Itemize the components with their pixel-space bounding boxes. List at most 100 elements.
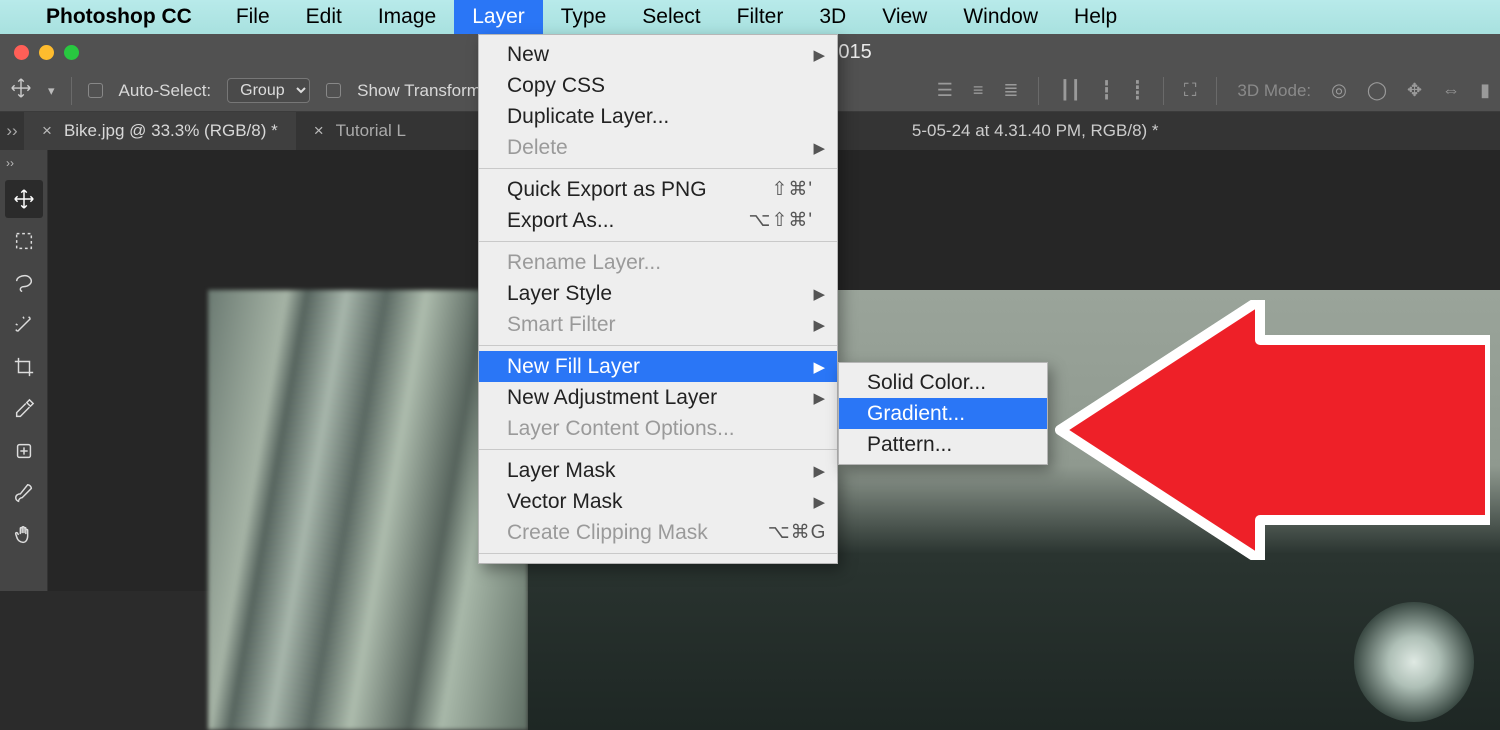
menu-item-label: Vector Mask	[507, 490, 623, 514]
align-icon[interactable]: ☰	[937, 80, 953, 101]
document-tab[interactable]: 5-05-24 at 4.31.40 PM, RGB/8) *	[894, 112, 1177, 150]
orbit-3d-icon[interactable]: ◎	[1331, 80, 1347, 101]
submenu-item[interactable]: Solid Color...	[839, 367, 1047, 398]
menu-type[interactable]: Type	[543, 0, 625, 34]
menu-item[interactable]: Export As... ⌥⇧⌘'	[479, 205, 837, 236]
menu-item-shortcut: ⌥⌘G	[708, 521, 827, 544]
menu-item[interactable]: Vector Mask ▶	[479, 486, 837, 517]
distribute-icon[interactable]: ┇	[1101, 80, 1112, 101]
menu-item-label: Smart Filter	[507, 313, 616, 337]
align-icon[interactable]: ≣	[1003, 80, 1018, 101]
menu-layer[interactable]: Layer	[454, 0, 543, 34]
3d-mode-label: 3D Mode:	[1237, 81, 1311, 101]
eyedropper-tool[interactable]	[5, 390, 43, 428]
menu-item-label: Quick Export as PNG	[507, 178, 707, 202]
menu-item: Create Clipping Mask⌥⌘G	[479, 517, 837, 548]
distribute-icon[interactable]: ┃┃	[1059, 80, 1081, 101]
close-tab-icon[interactable]: ×	[42, 121, 52, 141]
show-transform-label: Show Transform	[357, 81, 481, 101]
menu-image[interactable]: Image	[360, 0, 454, 34]
menu-select[interactable]: Select	[624, 0, 718, 34]
menu-3d[interactable]: 3D	[801, 0, 864, 34]
submenu-caret-icon: ▶	[813, 358, 825, 376]
menu-item-label: Layer Mask	[507, 459, 616, 483]
submenu-caret-icon: ▶	[813, 389, 825, 407]
move-tool-icon	[10, 77, 32, 104]
menu-item-label: Export As...	[507, 209, 614, 233]
tab-label: Tutorial L	[336, 121, 406, 141]
pan-3d-icon[interactable]: ✥	[1407, 80, 1422, 101]
move-tool[interactable]	[5, 180, 43, 218]
menu-help[interactable]: Help	[1056, 0, 1135, 34]
chevron-down-icon[interactable]: ▾	[48, 83, 55, 99]
submenu-caret-icon: ▶	[813, 46, 825, 64]
tools-panel: ››	[0, 150, 48, 591]
submenu-caret-icon: ▶	[813, 316, 825, 334]
camera-3d-icon[interactable]: ▮	[1480, 80, 1490, 101]
menu-item[interactable]: New▶	[479, 39, 837, 70]
menu-item-label: New Fill Layer	[507, 355, 640, 379]
marquee-tool[interactable]	[5, 222, 43, 260]
menu-item[interactable]: New Adjustment Layer ▶	[479, 382, 837, 413]
distribute-icon[interactable]: ┋	[1132, 80, 1143, 101]
submenu-item[interactable]: Gradient...	[839, 398, 1047, 429]
crop-tool[interactable]	[5, 348, 43, 386]
menu-window[interactable]: Window	[945, 0, 1056, 34]
mac-menubar: Photoshop CC File Edit Image Layer Type …	[0, 0, 1500, 34]
submenu-caret-icon: ▶	[813, 462, 825, 480]
layer-menu: New▶ Copy CSS Duplicate Layer... Delete ▶ Qui…	[478, 34, 838, 564]
menu-item[interactable]: Duplicate Layer...	[479, 101, 837, 132]
menu-filter[interactable]: Filter	[719, 0, 802, 34]
menu-item[interactable]: Layer Style ▶	[479, 278, 837, 309]
menu-item-label: Delete	[507, 136, 568, 160]
menu-item-shortcut: ⌥⇧⌘'	[689, 209, 813, 232]
auto-select-checkbox[interactable]	[88, 83, 103, 98]
divider	[71, 77, 72, 105]
3d-icon[interactable]: ⛶	[1184, 80, 1197, 101]
hand-tool[interactable]	[5, 516, 43, 554]
lasso-tool[interactable]	[5, 264, 43, 302]
auto-select-dropdown[interactable]: Group	[227, 78, 310, 103]
show-transform-checkbox[interactable]	[326, 83, 341, 98]
menu-item: Smart Filter ▶	[479, 309, 837, 340]
roll-3d-icon[interactable]: ◯	[1367, 80, 1387, 101]
tabbar-expand-icon[interactable]: ››	[0, 112, 24, 150]
heal-tool[interactable]	[5, 432, 43, 470]
submenu-caret-icon: ▶	[813, 493, 825, 511]
brush-tool[interactable]	[5, 474, 43, 512]
tab-label: 5-05-24 at 4.31.40 PM, RGB/8) *	[912, 121, 1159, 141]
new-fill-layer-submenu: Solid Color... Gradient... Pattern...	[838, 362, 1048, 465]
expand-tools-icon[interactable]: ››	[0, 156, 47, 176]
menu-item-shortcut: ⇧⌘'	[711, 178, 813, 201]
menu-item-label: Layer Style	[507, 282, 612, 306]
magic-wand-tool[interactable]	[5, 306, 43, 344]
menu-item[interactable]: Layer Mask ▶	[479, 455, 837, 486]
menu-item[interactable]: New Fill Layer ▶	[479, 351, 837, 382]
tab-label: Bike.jpg @ 33.3% (RGB/8) *	[64, 121, 278, 141]
menu-item-label: New Adjustment Layer	[507, 386, 717, 410]
close-tab-icon[interactable]: ×	[314, 121, 324, 141]
submenu-caret-icon: ▶	[813, 285, 825, 303]
document-tab[interactable]: × Tutorial L	[296, 112, 424, 150]
menu-view[interactable]: View	[864, 0, 945, 34]
submenu-item-label: Solid Color...	[867, 371, 986, 395]
document-tab[interactable]: × Bike.jpg @ 33.3% (RGB/8) *	[24, 112, 296, 150]
align-icon[interactable]: ≡	[973, 80, 984, 101]
divider	[1038, 77, 1039, 105]
menu-edit[interactable]: Edit	[288, 0, 360, 34]
menu-item-label: Rename Layer...	[507, 251, 661, 275]
annotation-arrow-icon	[1050, 300, 1490, 565]
menu-file[interactable]: File	[218, 0, 288, 34]
menu-item: Layer Content Options...	[479, 413, 837, 444]
menu-item[interactable]: Copy CSS	[479, 70, 837, 101]
submenu-item-label: Pattern...	[867, 433, 952, 457]
menu-item-label: Copy CSS	[507, 74, 605, 98]
divider	[1163, 77, 1164, 105]
app-name[interactable]: Photoshop CC	[46, 5, 192, 29]
menu-item[interactable]: Quick Export as PNG⇧⌘'	[479, 174, 837, 205]
menu-item-label: Duplicate Layer...	[507, 105, 669, 129]
slide-3d-icon[interactable]: ⇔	[1442, 80, 1460, 101]
submenu-item[interactable]: Pattern...	[839, 429, 1047, 460]
divider	[1216, 77, 1217, 105]
menu-item-label: Layer Content Options...	[507, 417, 735, 441]
